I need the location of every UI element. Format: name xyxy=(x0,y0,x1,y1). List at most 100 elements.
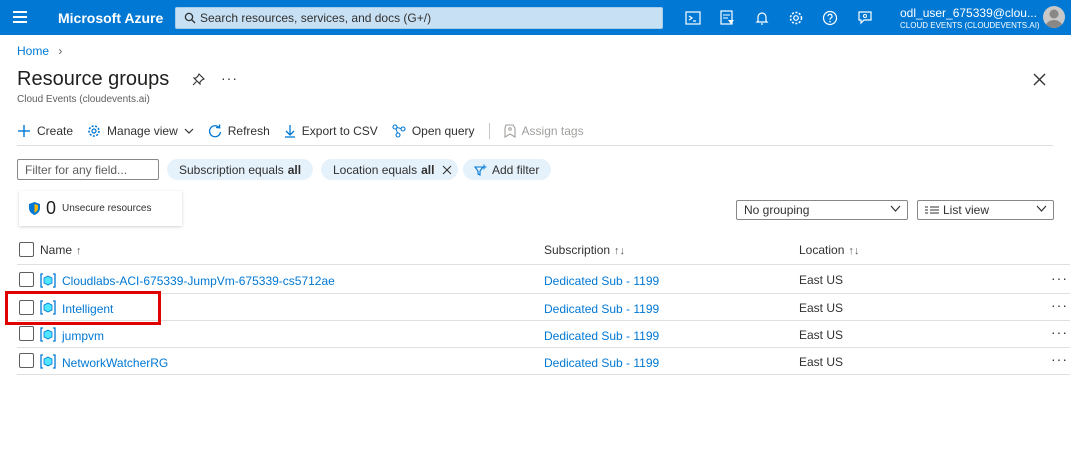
feedback-icon[interactable] xyxy=(857,10,873,26)
filter-input[interactable] xyxy=(17,159,159,180)
export-csv-button[interactable]: Export to CSV xyxy=(284,124,378,138)
help-icon[interactable] xyxy=(822,10,838,26)
shield-icon xyxy=(29,202,40,215)
open-query-button[interactable]: Open query xyxy=(392,124,475,138)
gear-icon xyxy=(88,125,100,137)
tag-icon xyxy=(503,124,516,138)
page-title: Resource groups xyxy=(17,68,170,90)
column-name-header[interactable]: Name ↑ xyxy=(40,243,82,257)
toolbar-separator xyxy=(17,145,1053,146)
subscription-filter-pill[interactable]: Subscription equals all xyxy=(167,159,314,180)
create-button[interactable]: Create xyxy=(17,124,73,138)
grouping-dropdown[interactable]: No grouping xyxy=(736,200,908,220)
top-bar: Microsoft Azure odl_user_675339@clou... … xyxy=(0,0,1071,35)
subscription-filter-text: Subscription equals xyxy=(179,162,284,177)
table-row[interactable]: Intelligent Dedicated Sub - 1199 East US… xyxy=(17,294,1070,321)
add-filter-label: Add filter xyxy=(492,162,540,177)
sort-up-icon: ↑ xyxy=(76,245,82,257)
avatar[interactable] xyxy=(1043,6,1065,28)
subscription-link[interactable]: Dedicated Sub - 1199 xyxy=(544,302,659,316)
remove-filter-icon[interactable] xyxy=(442,165,452,175)
export-csv-label: Export to CSV xyxy=(301,124,378,138)
location-filter-pill[interactable]: Location equals all xyxy=(321,159,459,180)
more-options-icon[interactable]: ··· xyxy=(221,70,238,86)
location-filter-text: Location equals xyxy=(333,162,418,177)
row-checkbox[interactable] xyxy=(19,326,34,341)
open-query-label: Open query xyxy=(411,124,475,138)
assign-tags-button[interactable]: Assign tags xyxy=(503,124,584,138)
search-icon xyxy=(184,12,196,24)
column-subscription-label: Subscription xyxy=(544,243,611,257)
annotation-highlight-box xyxy=(5,291,161,325)
assign-tags-label: Assign tags xyxy=(521,124,584,138)
search-input[interactable] xyxy=(200,10,655,26)
location-cell: East US xyxy=(799,301,844,315)
view-dropdown[interactable]: List view xyxy=(917,200,1054,220)
resource-group-icon xyxy=(40,273,56,288)
row-checkbox[interactable] xyxy=(19,353,34,368)
manage-view-label: Manage view xyxy=(107,124,178,138)
directory-filter-icon[interactable] xyxy=(719,10,735,26)
settings-icon[interactable] xyxy=(788,10,804,26)
resource-group-icon xyxy=(40,327,56,342)
row-more-icon[interactable]: ··· xyxy=(1051,270,1068,286)
subscription-filter-value: all xyxy=(287,162,302,177)
location-filter-value: all xyxy=(421,162,435,177)
table-row[interactable]: jumpvm Dedicated Sub - 1199 East US ··· xyxy=(17,321,1070,348)
table-row[interactable]: Cloudlabs-ACI-675339-JumpVm-675339-cs571… xyxy=(17,267,1070,294)
user-directory: CLOUD EVENTS (CLOUDEVENTS.AI) xyxy=(900,21,1040,30)
user-name: odl_user_675339@clou... xyxy=(900,6,1037,20)
subscription-link[interactable]: Dedicated Sub - 1199 xyxy=(544,356,659,370)
refresh-button[interactable]: Refresh xyxy=(208,124,270,138)
column-location-header[interactable]: Location ↑↓ xyxy=(799,243,859,257)
sort-icon: ↑↓ xyxy=(614,245,626,257)
chevron-down-icon xyxy=(890,205,901,212)
column-name-label: Name xyxy=(40,243,73,257)
cloud-shell-icon[interactable] xyxy=(685,10,701,26)
breadcrumb: Home › xyxy=(17,44,62,58)
select-all-checkbox[interactable] xyxy=(19,242,34,257)
refresh-label: Refresh xyxy=(227,124,270,138)
toolbar-divider xyxy=(488,123,490,139)
column-subscription-header[interactable]: Subscription ↑↓ xyxy=(544,243,625,257)
create-label: Create xyxy=(37,124,74,138)
subscription-link[interactable]: Dedicated Sub - 1199 xyxy=(544,274,659,288)
add-filter-button[interactable]: Add filter xyxy=(463,159,552,180)
view-value: List view xyxy=(943,203,990,217)
brand-title[interactable]: Microsoft Azure xyxy=(58,10,163,26)
account-info[interactable]: odl_user_675339@clou... CLOUD EVENTS (CL… xyxy=(900,6,1040,30)
resource-group-link[interactable]: jumpvm xyxy=(62,329,104,343)
grouping-value: No grouping xyxy=(744,203,810,217)
row-checkbox[interactable] xyxy=(19,272,34,287)
location-cell: East US xyxy=(799,355,844,369)
unsecure-resources-card[interactable]: 0 Unsecure resources xyxy=(19,191,182,226)
resource-group-icon xyxy=(40,354,56,369)
table-header: Name ↑ Subscription ↑↓ Location ↑↓ xyxy=(17,240,1070,265)
chevron-down-icon xyxy=(1036,205,1047,212)
pin-icon[interactable] xyxy=(192,73,205,86)
row-more-icon[interactable]: ··· xyxy=(1051,324,1068,340)
chevron-down-icon xyxy=(184,128,194,134)
refresh-icon xyxy=(208,124,221,138)
location-cell: East US xyxy=(799,328,844,342)
global-search[interactable] xyxy=(175,7,663,29)
table-row[interactable]: NetworkWatcherRG Dedicated Sub - 1199 Ea… xyxy=(17,348,1070,375)
close-icon[interactable] xyxy=(1033,73,1046,86)
breadcrumb-home[interactable]: Home xyxy=(17,44,49,58)
list-view-icon xyxy=(925,206,939,214)
resource-group-link[interactable]: Cloudlabs-ACI-675339-JumpVm-675339-cs571… xyxy=(62,274,335,288)
command-bar: Create Manage view Refresh Export to CSV… xyxy=(17,120,598,142)
column-location-label: Location xyxy=(799,243,845,257)
manage-view-button[interactable]: Manage view xyxy=(87,124,194,138)
resource-group-link[interactable]: NetworkWatcherRG xyxy=(62,356,168,370)
query-icon xyxy=(392,124,406,138)
location-cell: East US xyxy=(799,273,844,287)
sort-icon: ↑↓ xyxy=(848,245,860,257)
download-icon xyxy=(284,125,295,138)
person-icon xyxy=(1045,9,1063,28)
notifications-icon[interactable] xyxy=(754,10,770,26)
subscription-link[interactable]: Dedicated Sub - 1199 xyxy=(544,329,659,343)
row-more-icon[interactable]: ··· xyxy=(1051,297,1068,313)
hamburger-menu-icon[interactable] xyxy=(13,11,27,23)
row-more-icon[interactable]: ··· xyxy=(1051,351,1068,367)
